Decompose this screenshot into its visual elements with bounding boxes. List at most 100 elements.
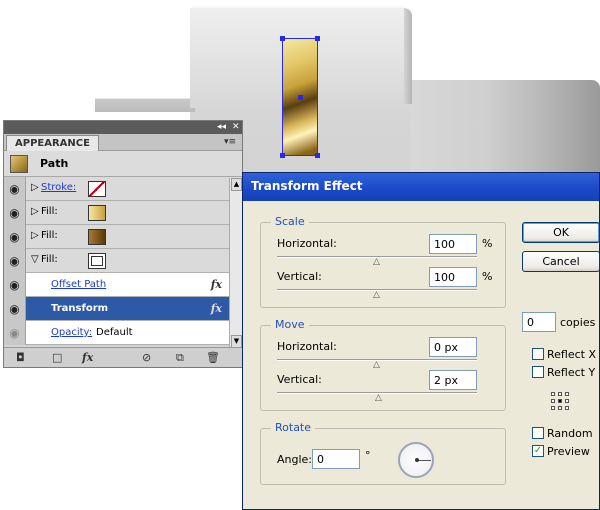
move-group-label: Move bbox=[271, 318, 309, 331]
stroke-label[interactable]: Stroke: bbox=[41, 182, 76, 193]
copies-input[interactable] bbox=[522, 312, 556, 332]
selection-center-point bbox=[298, 95, 303, 100]
copies-label: copies bbox=[560, 316, 596, 329]
visibility-eye-icon[interactable]: ◉ bbox=[4, 177, 26, 201]
fx-icon[interactable]: fx bbox=[211, 302, 222, 315]
appearance-object-header: Path bbox=[4, 151, 242, 177]
move-horizontal-label: Horizontal: bbox=[277, 340, 337, 353]
preview-label[interactable]: Preview bbox=[547, 445, 590, 458]
selection-handle-top-left[interactable] bbox=[280, 36, 285, 41]
move-group: Move Horizontal: △ Vertical: △ bbox=[260, 318, 506, 411]
fill-label[interactable]: Fill: bbox=[41, 230, 58, 241]
panel-tab-row: APPEARANCE ▾≡ bbox=[4, 134, 242, 151]
scale-horizontal-input[interactable] bbox=[429, 234, 477, 254]
add-effect-icon[interactable]: fx bbox=[82, 351, 93, 364]
preview-checkbox[interactable]: ✓ bbox=[532, 445, 544, 457]
visibility-eye-icon[interactable]: ◉ bbox=[4, 249, 26, 273]
opacity-value: Default bbox=[96, 327, 133, 338]
panel-footer-toolbar: ◘ □ fx ⊘ ⧉ 🗑 bbox=[4, 347, 242, 367]
visibility-eye-icon[interactable]: ◉ bbox=[4, 225, 26, 249]
move-horizontal-input[interactable] bbox=[429, 337, 477, 357]
close-icon[interactable]: ✕ bbox=[232, 122, 240, 132]
collapse-icon[interactable]: ◂◂ bbox=[217, 122, 226, 132]
artwork-top-edge bbox=[404, 8, 412, 104]
scale-horizontal-unit: % bbox=[482, 237, 493, 250]
reflect-y-label[interactable]: Reflect Y bbox=[547, 366, 595, 379]
object-thumbnail bbox=[10, 155, 28, 173]
appearance-row-fill-1[interactable]: ◉ ▷ Fill: bbox=[4, 201, 242, 225]
dialog-title[interactable]: Transform Effect bbox=[243, 173, 599, 201]
rotate-group-label: Rotate bbox=[271, 421, 316, 434]
angle-input[interactable] bbox=[312, 449, 360, 469]
ok-button[interactable]: OK bbox=[522, 222, 600, 243]
random-checkbox[interactable] bbox=[532, 427, 544, 439]
appearance-row-stroke[interactable]: ◉ ▷ Stroke: bbox=[4, 177, 242, 201]
appearance-panel: ◂◂ ✕ APPEARANCE ▾≡ Path ◉ ▷ Stroke: ◉ ▷ … bbox=[3, 120, 243, 368]
scale-horizontal-label: Horizontal: bbox=[277, 237, 337, 250]
fill-label[interactable]: Fill: bbox=[41, 206, 58, 217]
tab-appearance[interactable]: APPEARANCE bbox=[6, 135, 99, 151]
reflect-y-checkbox[interactable] bbox=[532, 366, 544, 378]
slider-thumb[interactable]: △ bbox=[373, 257, 380, 267]
panel-scrollbar[interactable]: ▲ ▼ bbox=[229, 178, 242, 348]
fx-icon[interactable]: fx bbox=[211, 278, 222, 291]
random-label[interactable]: Random bbox=[547, 427, 593, 440]
reference-point-locator[interactable] bbox=[551, 392, 571, 412]
scroll-up-icon[interactable]: ▲ bbox=[231, 178, 242, 191]
visibility-eye-icon[interactable]: ◉ bbox=[4, 201, 26, 225]
angle-dial-center bbox=[415, 458, 419, 462]
expand-triangle-icon[interactable]: ▷ bbox=[31, 230, 39, 241]
duplicate-item-icon[interactable]: ⧉ bbox=[176, 351, 184, 365]
stroke-swatch[interactable] bbox=[88, 181, 106, 197]
scale-vertical-unit: % bbox=[482, 270, 493, 283]
scale-group-label: Scale bbox=[271, 215, 309, 228]
visibility-eye-icon[interactable]: ◉ bbox=[4, 321, 26, 345]
artwork-left-ledge bbox=[95, 98, 195, 112]
move-vertical-label: Vertical: bbox=[277, 373, 322, 386]
angle-dial[interactable] bbox=[398, 442, 434, 478]
effect-row-transform[interactable]: ◉ Transform fx bbox=[4, 297, 242, 321]
fill-label[interactable]: Fill: bbox=[41, 254, 58, 265]
cancel-button[interactable]: Cancel bbox=[522, 251, 600, 272]
delete-item-icon[interactable]: 🗑 bbox=[206, 351, 220, 364]
reflect-x-label[interactable]: Reflect X bbox=[547, 348, 596, 361]
clear-appearance-icon[interactable]: ⊘ bbox=[142, 351, 151, 364]
effect-transform-label[interactable]: Transform bbox=[51, 303, 108, 314]
panel-menu-icon[interactable]: ▾≡ bbox=[224, 137, 236, 147]
appearance-row-opacity[interactable]: ◉ Opacity: Default bbox=[4, 321, 242, 345]
rotate-group: Rotate Angle: ° bbox=[260, 421, 506, 485]
appearance-row-fill-2[interactable]: ◉ ▷ Fill: bbox=[4, 225, 242, 249]
appearance-row-fill-3[interactable]: ◉ ▽ Fill: bbox=[4, 249, 242, 273]
selection-handle-top-right[interactable] bbox=[315, 36, 320, 41]
angle-label: Angle: bbox=[277, 453, 313, 466]
scale-vertical-input[interactable] bbox=[429, 267, 477, 287]
expand-triangle-icon[interactable]: ▷ bbox=[31, 206, 39, 217]
add-fill-icon[interactable]: □ bbox=[52, 351, 62, 364]
selection-handle-bottom-right[interactable] bbox=[315, 153, 320, 158]
fill-swatch-bronze[interactable] bbox=[88, 229, 106, 245]
panel-title-bar[interactable]: ◂◂ ✕ bbox=[4, 121, 242, 134]
expand-triangle-icon[interactable]: ▷ bbox=[31, 182, 39, 193]
slider-thumb[interactable]: △ bbox=[373, 290, 380, 300]
visibility-eye-icon[interactable]: ◉ bbox=[4, 297, 26, 321]
visibility-eye-icon[interactable]: ◉ bbox=[4, 273, 26, 297]
scale-group: Scale Horizontal: % △ Vertical: % △ bbox=[260, 215, 506, 308]
effect-row-offset-path[interactable]: ◉ Offset Path fx bbox=[4, 273, 242, 297]
reflect-x-checkbox[interactable] bbox=[532, 348, 544, 360]
angle-dial-needle bbox=[417, 460, 431, 461]
transform-effect-dialog: Transform Effect Scale Horizontal: % △ V… bbox=[242, 172, 600, 510]
scale-vertical-label: Vertical: bbox=[277, 270, 322, 283]
add-stroke-icon[interactable]: ◘ bbox=[16, 351, 25, 364]
fill-swatch-white[interactable] bbox=[88, 253, 106, 269]
move-vertical-input[interactable] bbox=[429, 370, 477, 390]
opacity-label[interactable]: Opacity: bbox=[51, 327, 92, 338]
selected-gold-bar[interactable] bbox=[280, 36, 320, 158]
slider-thumb[interactable]: △ bbox=[373, 360, 380, 370]
fill-swatch-gold[interactable] bbox=[88, 205, 106, 221]
effect-offset-path-label[interactable]: Offset Path bbox=[51, 279, 106, 290]
collapse-triangle-icon[interactable]: ▽ bbox=[31, 254, 39, 265]
selection-handle-bottom-left[interactable] bbox=[280, 153, 285, 158]
slider-thumb[interactable]: △ bbox=[375, 393, 382, 403]
object-type-label: Path bbox=[40, 157, 69, 170]
degree-symbol: ° bbox=[365, 449, 371, 462]
